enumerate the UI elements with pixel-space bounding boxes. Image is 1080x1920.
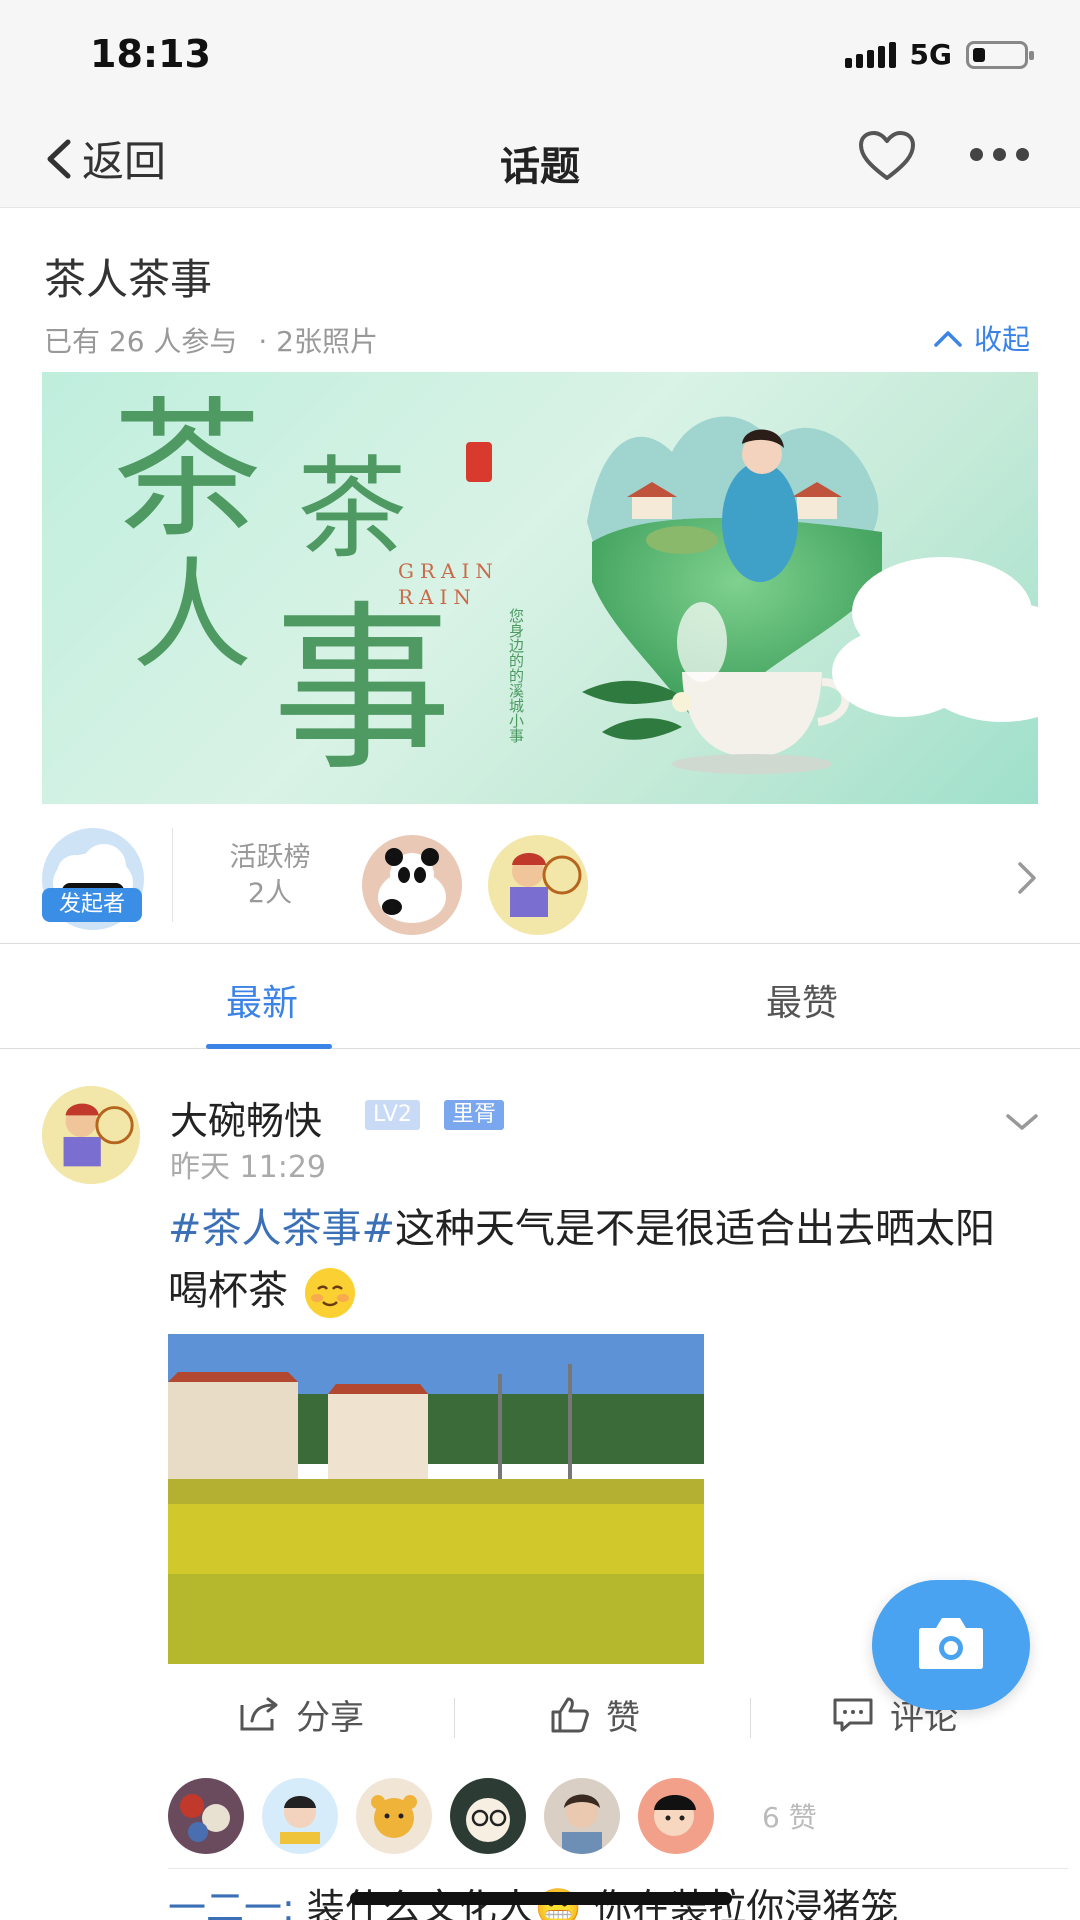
ranking-avatar[interactable] [362, 835, 462, 935]
glasses-avatar-icon [450, 1778, 526, 1854]
rapeseed-field-photo [168, 1334, 704, 1664]
banner-char: 茶 [297, 445, 407, 573]
camera-button[interactable] [872, 1580, 1030, 1710]
topic-meta: 已有 26 人参与 · 2张照片 [44, 320, 378, 360]
camera-icon [919, 1618, 983, 1669]
battery-icon [966, 40, 1034, 69]
post-author-avatar[interactable] [42, 1086, 140, 1184]
cartoon-avatar-icon [42, 1086, 140, 1184]
liker-avatar[interactable] [544, 1778, 620, 1854]
page-title: 话题 [500, 144, 580, 190]
like-label: 赞 [606, 1698, 640, 1738]
more-dot-icon [1016, 148, 1029, 161]
banner-char: 茶 [112, 384, 262, 558]
more-dot-icon [993, 148, 1006, 161]
share-button[interactable]: 分享 [238, 1690, 364, 1739]
chevron-down-icon[interactable] [1004, 1110, 1040, 1134]
comment-author[interactable]: 一二一: [168, 1886, 295, 1920]
more-button[interactable] [970, 148, 1029, 161]
banner-vertical-text: 您身边的的溪城小事 [507, 608, 525, 743]
tab-top[interactable]: 最赞 [766, 974, 838, 1026]
banner-char: 人 [132, 547, 252, 686]
network-type: 5G [909, 38, 952, 71]
status-indicators: 5G [844, 38, 1034, 71]
heart-icon [859, 131, 915, 180]
share-icon [240, 1697, 278, 1730]
liker-avatar[interactable] [262, 1778, 338, 1854]
topic-title: 茶人茶事 [44, 255, 213, 304]
ranking-count: 2人 [247, 878, 293, 909]
cartoon-kid-avatar-icon [638, 1778, 714, 1854]
post-photo[interactable] [168, 1334, 704, 1664]
panda-avatar-icon [362, 835, 462, 935]
collapse-label: 收起 [973, 323, 1030, 356]
home-indicator [350, 1892, 732, 1905]
banner-char: 事 [272, 586, 452, 795]
banner-illustration: 茶 茶 人 事 GRAIN RAIN 您身边的的溪城小事 [112, 384, 1038, 795]
ranking-label[interactable]: 活跃榜 2人 [210, 840, 330, 912]
battery-level [973, 47, 985, 62]
boy-avatar-icon [262, 1778, 338, 1854]
divider [454, 1698, 455, 1738]
ranking-title: 活跃榜 [229, 842, 311, 873]
post-author-name[interactable]: 大碗畅快 [170, 1090, 322, 1145]
level-badge: LV2 [365, 1100, 420, 1130]
divider [172, 828, 173, 922]
thumbs-up-icon [551, 1697, 589, 1732]
signal-icon [844, 41, 896, 68]
creator-badge: 发起者 [42, 888, 142, 922]
chevron-up-icon [934, 331, 962, 347]
banner-en: RAIN [398, 585, 477, 609]
liker-avatar[interactable] [638, 1778, 714, 1854]
post-body: #茶人茶事#这种天气是不是很适合出去晒太阳喝杯茶 [168, 1198, 1008, 1322]
like-button[interactable]: 赞 [550, 1690, 640, 1739]
cartoon-avatar-icon [488, 835, 588, 935]
liker-avatar[interactable] [168, 1778, 244, 1854]
ranking-avatar[interactable] [488, 835, 588, 935]
post-timestamp: 昨天 11:29 [170, 1150, 326, 1185]
person-avatar-icon [544, 1778, 620, 1854]
more-dot-icon [970, 148, 983, 161]
liker-avatar[interactable] [450, 1778, 526, 1854]
divider [750, 1698, 751, 1738]
food-avatar-icon [168, 1778, 244, 1854]
favorite-button[interactable] [858, 130, 916, 186]
bear-avatar-icon [356, 1778, 432, 1854]
hashtag-link[interactable]: #茶人茶事# [168, 1206, 395, 1252]
liker-list: 6 赞 [168, 1778, 817, 1854]
status-time: 18:13 [90, 32, 211, 76]
photo-count: · 2张照片 [258, 325, 378, 358]
share-label: 分享 [296, 1698, 364, 1738]
liker-avatar[interactable] [356, 1778, 432, 1854]
comment-icon [833, 1698, 873, 1731]
smile-emoji-icon [304, 1268, 355, 1318]
topic-banner: 茶 茶 人 事 GRAIN RAIN 您身边的的溪城小事 [42, 372, 1038, 804]
participant-count: 已有 26 人参与 [44, 325, 238, 358]
seal-stamp [466, 442, 492, 482]
tab-indicator [206, 1044, 332, 1049]
tab-latest[interactable]: 最新 [226, 974, 298, 1026]
like-count: 6 赞 [762, 1801, 817, 1834]
chevron-right-icon[interactable] [1014, 858, 1040, 898]
feed-tabs: 最新 最赞 [0, 943, 1080, 1049]
banner-en: GRAIN [398, 559, 499, 583]
collapse-button[interactable]: 收起 [932, 318, 1030, 358]
nav-bar: 返回 话题 [0, 110, 1080, 208]
role-badge: 里胥 [444, 1100, 505, 1130]
status-bar: 18:13 5G [0, 0, 1080, 110]
